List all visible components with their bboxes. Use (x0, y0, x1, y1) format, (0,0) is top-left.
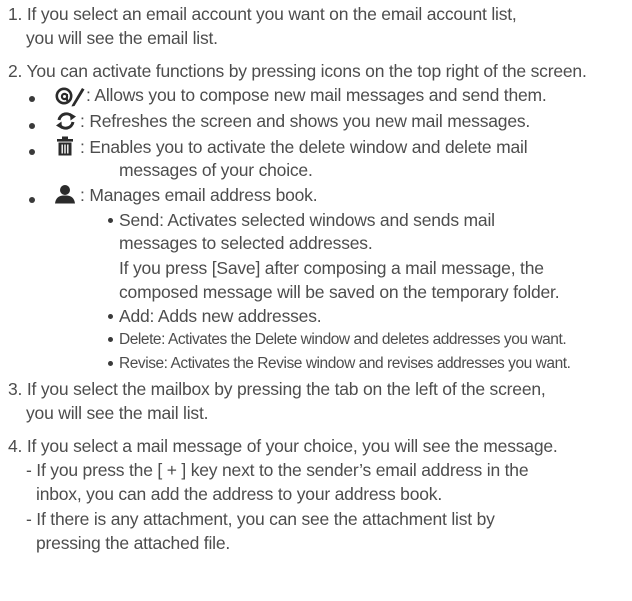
icon-3-description-line-1: : Enables you to activate the delete win… (80, 137, 528, 157)
address-book-send-line-3: If you press [Save] after composing a ma… (119, 258, 544, 278)
bullet (29, 149, 35, 155)
address-book-revise: Revise: Activates the Revise window and … (119, 355, 571, 372)
address-book-send-line-2: messages to selected addresses. (119, 233, 373, 253)
item-4-sub-1-line-1: - If you press the [ + ] key next to the… (26, 460, 529, 480)
sub-bullet (108, 361, 113, 366)
address-book-send-line-4: composed message will be saved on the te… (119, 282, 560, 302)
item-3-line-2: you will see the mail list. (26, 403, 209, 423)
icon-3-description-line-2: messages of your choice. (119, 160, 313, 180)
item-2-line-1: 2. You can activate functions by pressin… (8, 61, 587, 81)
item-4-line-1: 4. If you select a mail message of your … (8, 436, 558, 456)
item-1-line-2: you will see the email list. (26, 28, 218, 48)
address-book-send-line-1: Send: Activates selected windows and sen… (119, 210, 495, 230)
bullet (29, 96, 35, 102)
refresh-icon (55, 110, 77, 132)
bullet (29, 197, 35, 203)
item-1-line-1: 1. If you select an email account you wa… (8, 4, 517, 24)
person-icon (54, 184, 76, 204)
sub-bullet (108, 314, 113, 319)
item-4-sub-1-line-2: inbox, you can add the address to your a… (36, 484, 442, 504)
address-book-add: Add: Adds new addresses. (119, 306, 322, 326)
icon-4-description: : Manages email address book. (80, 185, 318, 205)
sub-bullet (108, 337, 113, 342)
compose-mail-icon (55, 85, 85, 107)
bullet (29, 123, 35, 129)
icon-1-description: : Allows you to compose new mail message… (86, 85, 547, 105)
item-3-line-1: 3. If you select the mailbox by pressing… (8, 379, 546, 399)
address-book-delete: Delete: Activates the Delete window and … (119, 331, 567, 348)
icon-2-description: : Refreshes the screen and shows you new… (80, 111, 531, 131)
sub-bullet (108, 218, 113, 223)
trash-icon (56, 136, 74, 156)
item-4-sub-2-line-1: - If there is any attachment, you can se… (26, 509, 495, 529)
instructions-document: 1. If you select an email account you wa… (0, 0, 632, 601)
item-4-sub-2-line-2: pressing the attached file. (36, 533, 231, 553)
